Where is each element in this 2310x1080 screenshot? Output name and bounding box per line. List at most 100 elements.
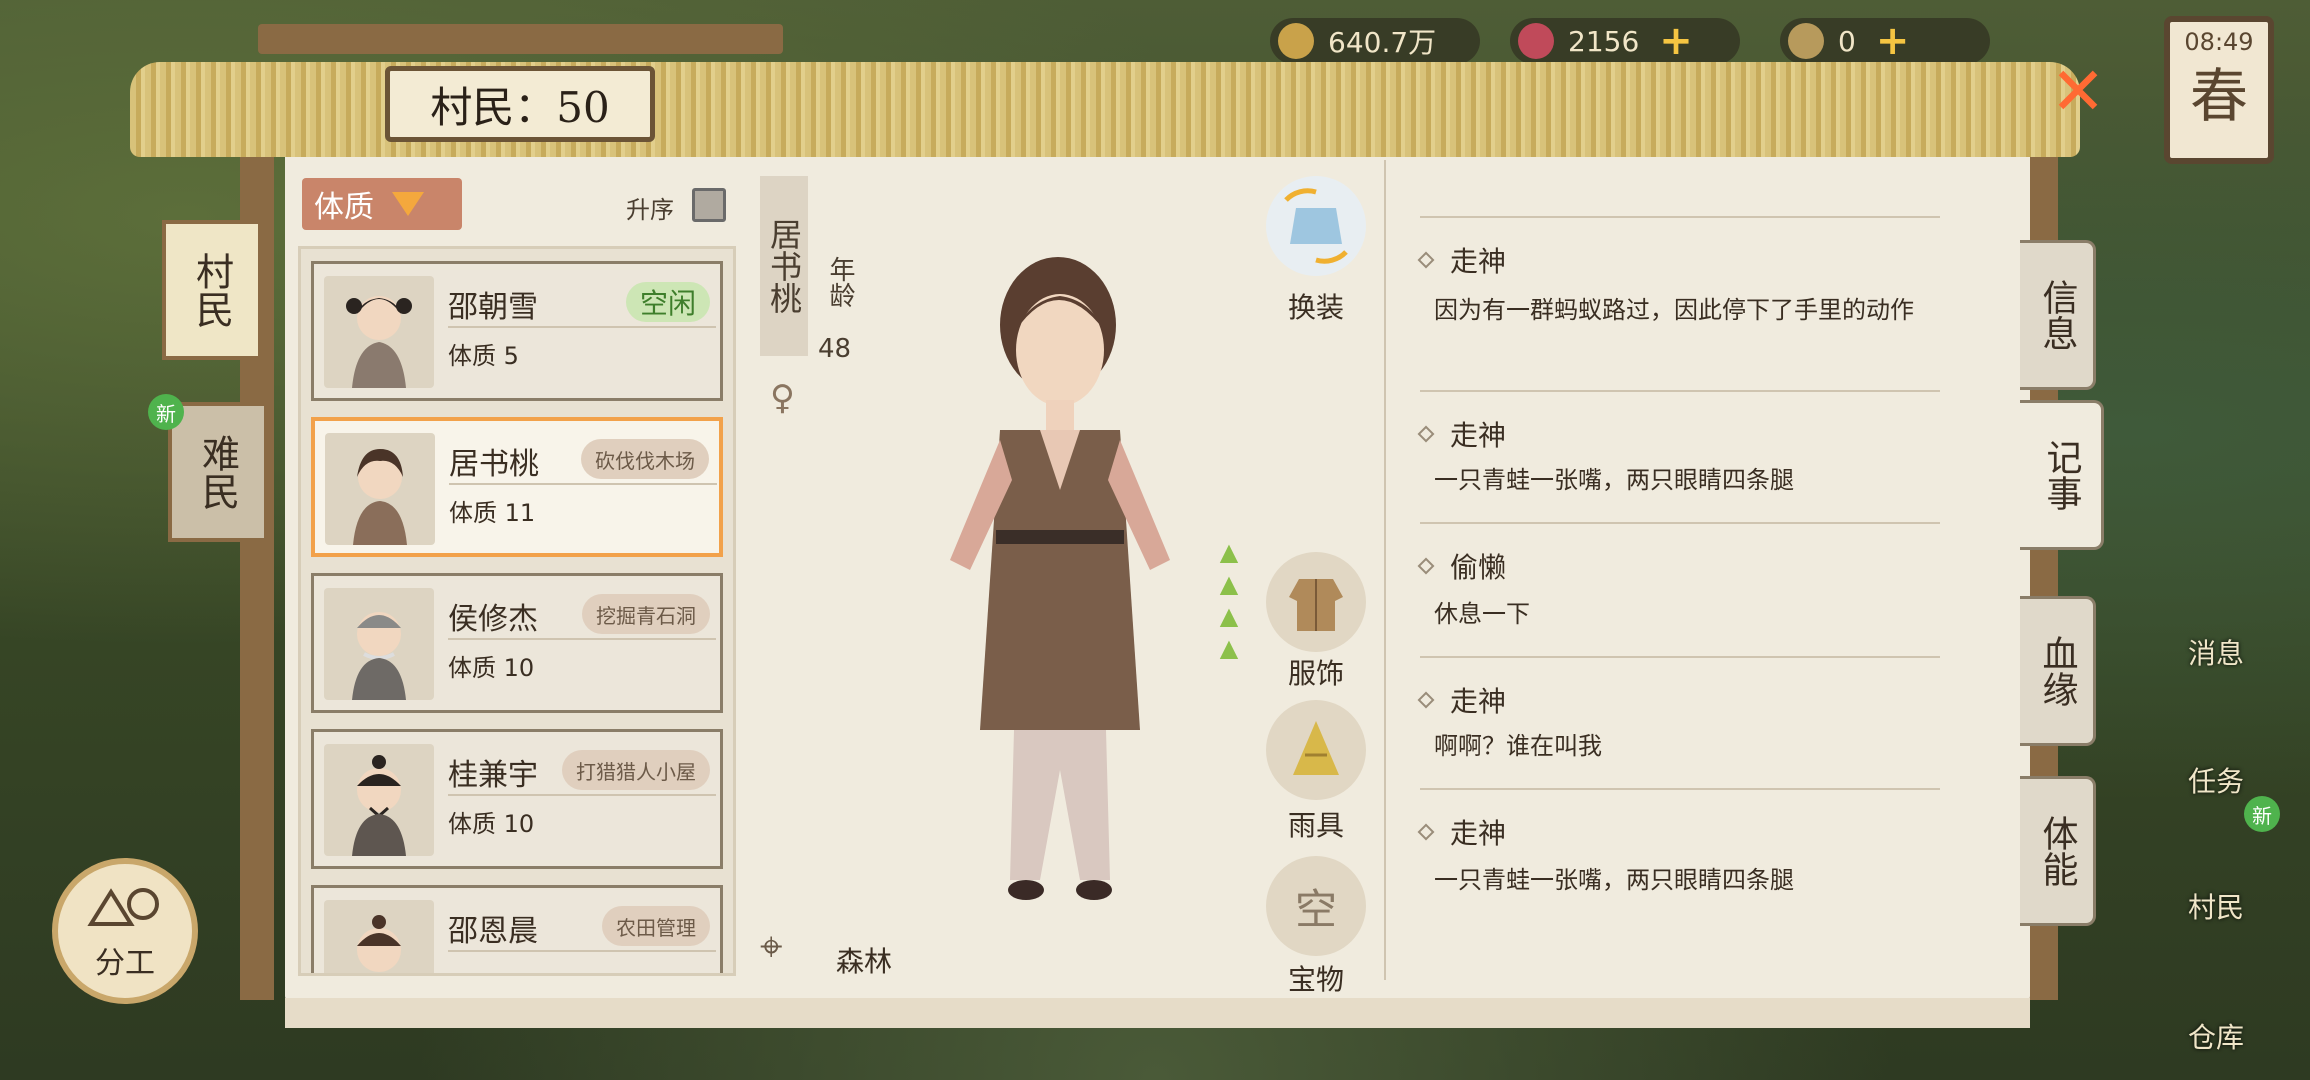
tab-info[interactable]: 信息	[2020, 240, 2096, 390]
event-separator	[1420, 522, 1940, 524]
add-grass-button[interactable]: +	[1876, 18, 1910, 64]
tab-villagers[interactable]: 村民	[162, 220, 262, 360]
sort-dropdown[interactable]: 体质	[302, 178, 462, 230]
villager-list[interactable]: 邵朝雪 体质 5 空闲 居书桃 体质 11 砍伐伐木场 侯修杰 体质 10 挖掘…	[298, 246, 736, 976]
diamond-icon	[1417, 557, 1435, 575]
character-portrait	[930, 230, 1190, 950]
clock-season: 春	[2189, 62, 2248, 130]
treasure-label: 宝物	[1287, 963, 1344, 996]
villager-attr: 体质 5	[448, 342, 519, 370]
clock-time: 08:49	[2184, 28, 2254, 56]
divider	[448, 638, 716, 640]
refugees-new-badge: 新	[148, 394, 184, 430]
ascending-label: 升序	[626, 196, 674, 224]
divider	[449, 483, 717, 485]
location-pin-icon: ⌖	[760, 924, 783, 970]
avatar	[324, 744, 434, 856]
jacket-icon	[1289, 579, 1343, 631]
status-badge: 砍伐伐木场	[581, 439, 709, 479]
treasure-button[interactable]: 空	[1266, 856, 1366, 956]
diamond-icon	[1417, 823, 1435, 841]
divider	[448, 326, 716, 328]
tab-stamina[interactable]: 体能	[2020, 776, 2096, 926]
roof-beam	[258, 24, 783, 54]
age-value: 48	[818, 334, 852, 364]
clothing-label: 服饰	[1287, 657, 1344, 690]
event-text: 啊啊？谁在叫我	[1434, 732, 1602, 760]
divider	[448, 950, 716, 952]
sort-dropdown-label: 体质	[314, 190, 374, 225]
list-item[interactable]: 邵恩晨 农田管理	[311, 885, 723, 973]
location-name: 森林	[836, 945, 893, 978]
add-gem-button[interactable]: +	[1659, 18, 1693, 64]
event-separator	[1420, 216, 1940, 218]
message-button[interactable]: 消息	[2188, 632, 2244, 672]
tab-notes[interactable]: 记事	[2020, 400, 2104, 550]
villager-attr: 体质 10	[448, 654, 535, 682]
event-title: 走神	[1417, 414, 1506, 454]
coin-resource[interactable]: 640.7万	[1270, 18, 1480, 64]
grass-resource[interactable]: 0 +	[1780, 18, 1990, 64]
ascending-checkbox[interactable]	[692, 188, 726, 222]
page-title: 村民：50	[385, 66, 655, 142]
villager-menu-button[interactable]: 村民	[2188, 886, 2244, 926]
coin-icon	[1278, 23, 1314, 59]
avatar	[324, 588, 434, 700]
panel-paper-bottom	[285, 998, 2030, 1028]
villager-attr: 体质 11	[449, 499, 536, 527]
panel-divider	[1384, 160, 1386, 980]
event-text: 休息一下	[1434, 600, 1530, 628]
rain-gear-label: 雨具	[1287, 809, 1344, 842]
event-text: 因为有一群蚂蚁路过，因此停下了手里的动作	[1434, 296, 1914, 324]
villager-attr: 体质 10	[448, 810, 535, 838]
close-icon[interactable]: ✕	[2048, 59, 2108, 125]
event-title: 走神	[1417, 812, 1506, 852]
gem-icon	[1518, 23, 1554, 59]
straw-cape-icon	[1293, 721, 1339, 775]
diamond-icon	[1417, 425, 1435, 443]
change-outfit-label: 换装	[1287, 291, 1344, 324]
gem-resource[interactable]: 2156 +	[1510, 18, 1740, 64]
female-icon: ♀	[770, 378, 795, 418]
diamond-icon	[1417, 691, 1435, 709]
age-label: 年龄	[825, 256, 855, 308]
villager-name: 邵恩晨	[448, 914, 538, 949]
list-item-selected[interactable]: 居书桃 体质 11 砍伐伐木场	[311, 417, 723, 557]
season-clock[interactable]: 08:49 春	[2164, 16, 2274, 164]
equipment-level-icons: ▲ ▲ ▲ ▲	[1219, 538, 1239, 662]
villager-name: 桂兼宇	[448, 758, 538, 793]
warehouse-button[interactable]: 仓库	[2188, 1016, 2244, 1056]
tab-lineage[interactable]: 血缘	[2020, 596, 2096, 746]
character-name: 居书桃	[760, 176, 808, 356]
list-item[interactable]: 侯修杰 体质 10 挖掘青石洞	[311, 573, 723, 713]
division-label: 分工	[95, 946, 155, 981]
event-title: 走神	[1417, 240, 1506, 280]
task-button[interactable]: 任务	[2188, 760, 2244, 800]
list-item[interactable]: 桂兼宇 体质 10 打猎猎人小屋	[311, 729, 723, 869]
rain-gear-button[interactable]	[1266, 700, 1366, 800]
diamond-icon	[1417, 251, 1435, 269]
division-button[interactable]: 分工	[52, 858, 198, 1004]
event-separator	[1420, 390, 1940, 392]
avatar	[324, 900, 434, 973]
tab-refugees[interactable]: 难民	[168, 402, 268, 542]
divider	[448, 794, 716, 796]
list-item[interactable]: 邵朝雪 体质 5 空闲	[311, 261, 723, 401]
clothing-button[interactable]	[1266, 552, 1366, 652]
event-separator	[1420, 656, 1940, 658]
event-text: 一只青蛙一张嘴，两只眼睛四条腿	[1434, 466, 1794, 494]
task-new-badge: 新	[2244, 796, 2280, 832]
avatar	[324, 276, 434, 388]
event-title: 偷懒	[1417, 546, 1506, 586]
status-badge: 空闲	[625, 282, 710, 322]
change-outfit-button[interactable]	[1266, 176, 1366, 276]
villager-name: 侯修杰	[448, 602, 538, 637]
event-text: 一只青蛙一张嘴，两只眼睛四条腿	[1434, 866, 1794, 894]
division-icon	[87, 888, 159, 926]
villager-name: 邵朝雪	[448, 290, 538, 325]
outfit-swap-icon	[1284, 188, 1348, 264]
event-separator	[1420, 788, 1940, 790]
grass-icon	[1788, 23, 1824, 59]
chevron-down-icon	[392, 192, 424, 216]
status-badge: 打猎猎人小屋	[562, 750, 710, 790]
